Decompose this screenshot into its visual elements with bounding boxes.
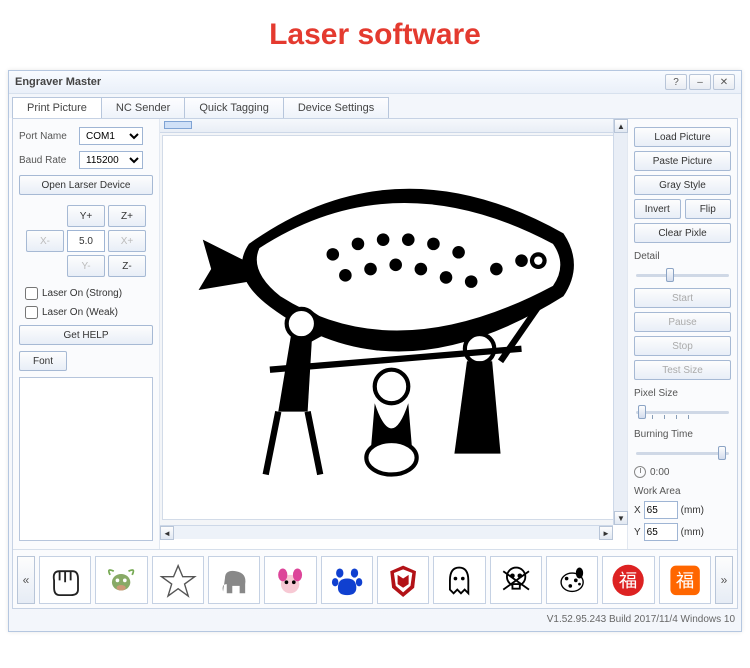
text-input-area[interactable] (19, 377, 153, 541)
scroll-left-arrow[interactable]: ◄ (160, 526, 174, 540)
work-area-x-unit: (mm) (681, 505, 704, 516)
detail-label: Detail (634, 251, 731, 262)
gallery-item-bull[interactable] (95, 556, 147, 604)
gray-style-button[interactable]: Gray Style (634, 175, 731, 195)
work-area-y-label: Y (634, 527, 641, 538)
get-help-button[interactable]: Get HELP (19, 325, 153, 345)
jog-z-minus-button[interactable]: Z- (108, 255, 146, 277)
left-panel: Port Name COM1 Baud Rate 115200 Open Lar… (13, 119, 160, 549)
scroll-right-arrow[interactable]: ► (599, 526, 613, 540)
gallery-item-fist[interactable] (39, 556, 91, 604)
window-close-button[interactable]: ✕ (713, 74, 735, 90)
jog-x-minus-button[interactable]: X- (26, 230, 64, 252)
gallery-next-button[interactable]: » (715, 556, 733, 604)
titlebar: Engraver Master ? – ✕ (9, 71, 741, 94)
baud-rate-select[interactable]: 115200 (79, 151, 143, 169)
scrollbar-horizontal[interactable]: ◄ ► (160, 525, 613, 539)
paste-picture-button[interactable]: Paste Picture (634, 151, 731, 171)
window-minimize-button[interactable]: – (689, 74, 711, 90)
work-area-x-input[interactable] (644, 501, 678, 519)
burning-time-slider[interactable] (634, 444, 731, 462)
app-window: Engraver Master ? – ✕ Print Picture NC S… (8, 70, 742, 632)
jog-controls: Y+ Z+ X- 5.0 X+ Y- Z- (19, 205, 153, 277)
stop-button[interactable]: Stop (634, 336, 731, 356)
gallery-item-elephant[interactable] (208, 556, 260, 604)
jog-y-plus-button[interactable]: Y+ (67, 205, 105, 227)
canvas-artwork (186, 160, 605, 496)
svg-text:福: 福 (619, 570, 637, 590)
gallery-item-ghost[interactable] (433, 556, 485, 604)
right-panel: Load Picture Paste Picture Gray Style In… (627, 119, 737, 549)
gallery-item-puppy[interactable] (264, 556, 316, 604)
burning-time-label: Burning Time (634, 429, 731, 440)
gallery-item-paw[interactable] (321, 556, 373, 604)
scroll-down-arrow[interactable]: ▼ (614, 511, 628, 525)
ruler-handle[interactable] (164, 121, 192, 129)
jog-z-plus-button[interactable]: Z+ (108, 205, 146, 227)
laser-strong-input[interactable] (25, 287, 38, 300)
pixel-size-slider[interactable] (634, 403, 731, 421)
gallery-item-skull[interactable] (490, 556, 542, 604)
gallery-item-autobot[interactable] (377, 556, 429, 604)
test-size-button[interactable]: Test Size (634, 360, 731, 380)
work-area-y-unit: (mm) (681, 527, 704, 538)
clear-pixle-button[interactable]: Clear Pixle (634, 223, 731, 243)
detail-slider[interactable] (634, 266, 731, 284)
tabs: Print Picture NC Sender Quick Tagging De… (9, 94, 741, 118)
pause-button[interactable]: Pause (634, 312, 731, 332)
load-picture-button[interactable]: Load Picture (634, 127, 731, 147)
baud-rate-label: Baud Rate (19, 155, 75, 166)
work-area-y-input[interactable] (644, 523, 678, 541)
tab-nc-sender[interactable]: NC Sender (101, 97, 185, 118)
tab-quick-tagging[interactable]: Quick Tagging (184, 97, 284, 118)
laser-weak-input[interactable] (25, 306, 38, 319)
gallery-item-fu-orange[interactable]: 福 (659, 556, 711, 604)
jog-step-input[interactable]: 5.0 (67, 230, 105, 252)
open-laser-device-button[interactable]: Open Larser Device (19, 175, 153, 195)
gallery-item-fu-red[interactable]: 福 (602, 556, 654, 604)
scroll-up-arrow[interactable]: ▲ (614, 119, 628, 133)
clock-icon (634, 466, 646, 478)
status-bar: V1.52.95.243 Build 2017/11/4 Windows 10 (9, 612, 741, 631)
invert-button[interactable]: Invert (634, 199, 681, 219)
font-button[interactable]: Font (19, 351, 67, 371)
canvas-area: ◄ ► ▲ ▼ (160, 119, 627, 539)
gallery-item-dalmatian[interactable] (546, 556, 598, 604)
ruler-horizontal (160, 119, 613, 133)
gallery-prev-button[interactable]: « (17, 556, 35, 604)
canvas[interactable] (162, 135, 613, 520)
start-button[interactable]: Start (634, 288, 731, 308)
window-title: Engraver Master (15, 76, 101, 88)
tab-print-picture[interactable]: Print Picture (12, 97, 102, 118)
port-name-label: Port Name (19, 131, 75, 142)
laser-weak-checkbox[interactable]: Laser On (Weak) (25, 306, 153, 319)
work-area-label: Work Area (634, 486, 731, 497)
page-title: Laser software (0, 0, 750, 70)
jog-x-plus-button[interactable]: X+ (108, 230, 146, 252)
tab-device-settings[interactable]: Device Settings (283, 97, 389, 118)
scrollbar-vertical[interactable]: ▲ ▼ (613, 119, 627, 525)
jog-y-minus-button[interactable]: Y- (67, 255, 105, 277)
gallery: « 福 福 » (13, 549, 737, 608)
window-help-button[interactable]: ? (665, 74, 687, 90)
pixel-size-label: Pixel Size (634, 388, 731, 399)
svg-text:福: 福 (676, 570, 694, 590)
port-name-select[interactable]: COM1 (79, 127, 143, 145)
work-area-x-label: X (634, 505, 641, 516)
timer: 0:00 (634, 466, 731, 478)
gallery-item-star[interactable] (152, 556, 204, 604)
laser-strong-checkbox[interactable]: Laser On (Strong) (25, 287, 153, 300)
flip-button[interactable]: Flip (685, 199, 732, 219)
timer-value: 0:00 (650, 467, 669, 478)
